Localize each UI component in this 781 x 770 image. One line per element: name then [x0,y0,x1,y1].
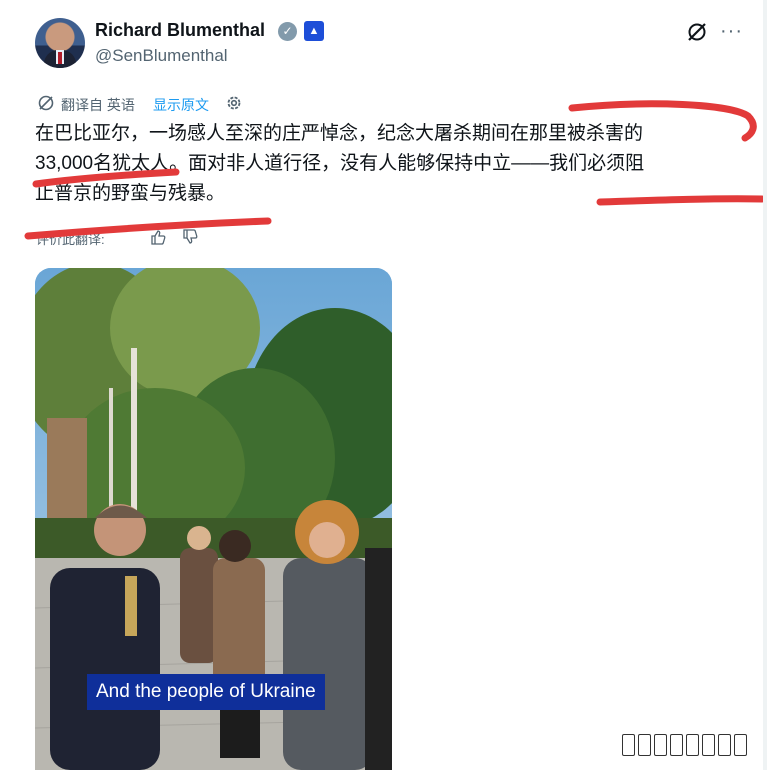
rate-translation-label: 评价此翻译: [36,232,105,247]
progress-segment [654,734,667,756]
avatar-tie [58,52,62,64]
progress-segment [734,734,747,756]
more-icon[interactable]: ··· [720,20,743,43]
avatar[interactable] [35,18,85,68]
progress-segment [718,734,731,756]
display-name[interactable]: Richard Blumenthal [95,20,265,41]
tweet-text: 在巴比亚尔，一场感人至深的庄严悼念，纪念大屠杀期间在那里被杀害的 33,000名… [35,123,645,204]
verified-badge-icon[interactable]: ✓ [278,22,297,41]
progress-segment [670,734,683,756]
tweet-card: Richard Blumenthal ✓ ▲ @SenBlumenthal ··… [0,0,781,770]
translated-from-label: 翻译自 英语 [61,97,135,113]
progress-segment [638,734,651,756]
progress-segment [686,734,699,756]
progress-segment [622,734,635,756]
grok-icon[interactable] [686,21,708,43]
thumb-down-icon[interactable] [182,229,198,245]
user-handle[interactable]: @SenBlumenthal [95,46,228,66]
capitol-badge-icon[interactable]: ▲ [304,21,324,41]
video-caption: And the people of Ukraine [87,674,325,710]
gear-icon[interactable] [225,94,243,112]
progress-segment [702,734,715,756]
show-original-link[interactable]: 显示原文 [153,95,209,115]
translate-icon [38,95,54,111]
thumb-up-icon[interactable] [150,229,166,245]
scrollbar-track[interactable] [763,0,767,770]
tweet-video[interactable]: And the people of Ukraine [35,268,392,770]
